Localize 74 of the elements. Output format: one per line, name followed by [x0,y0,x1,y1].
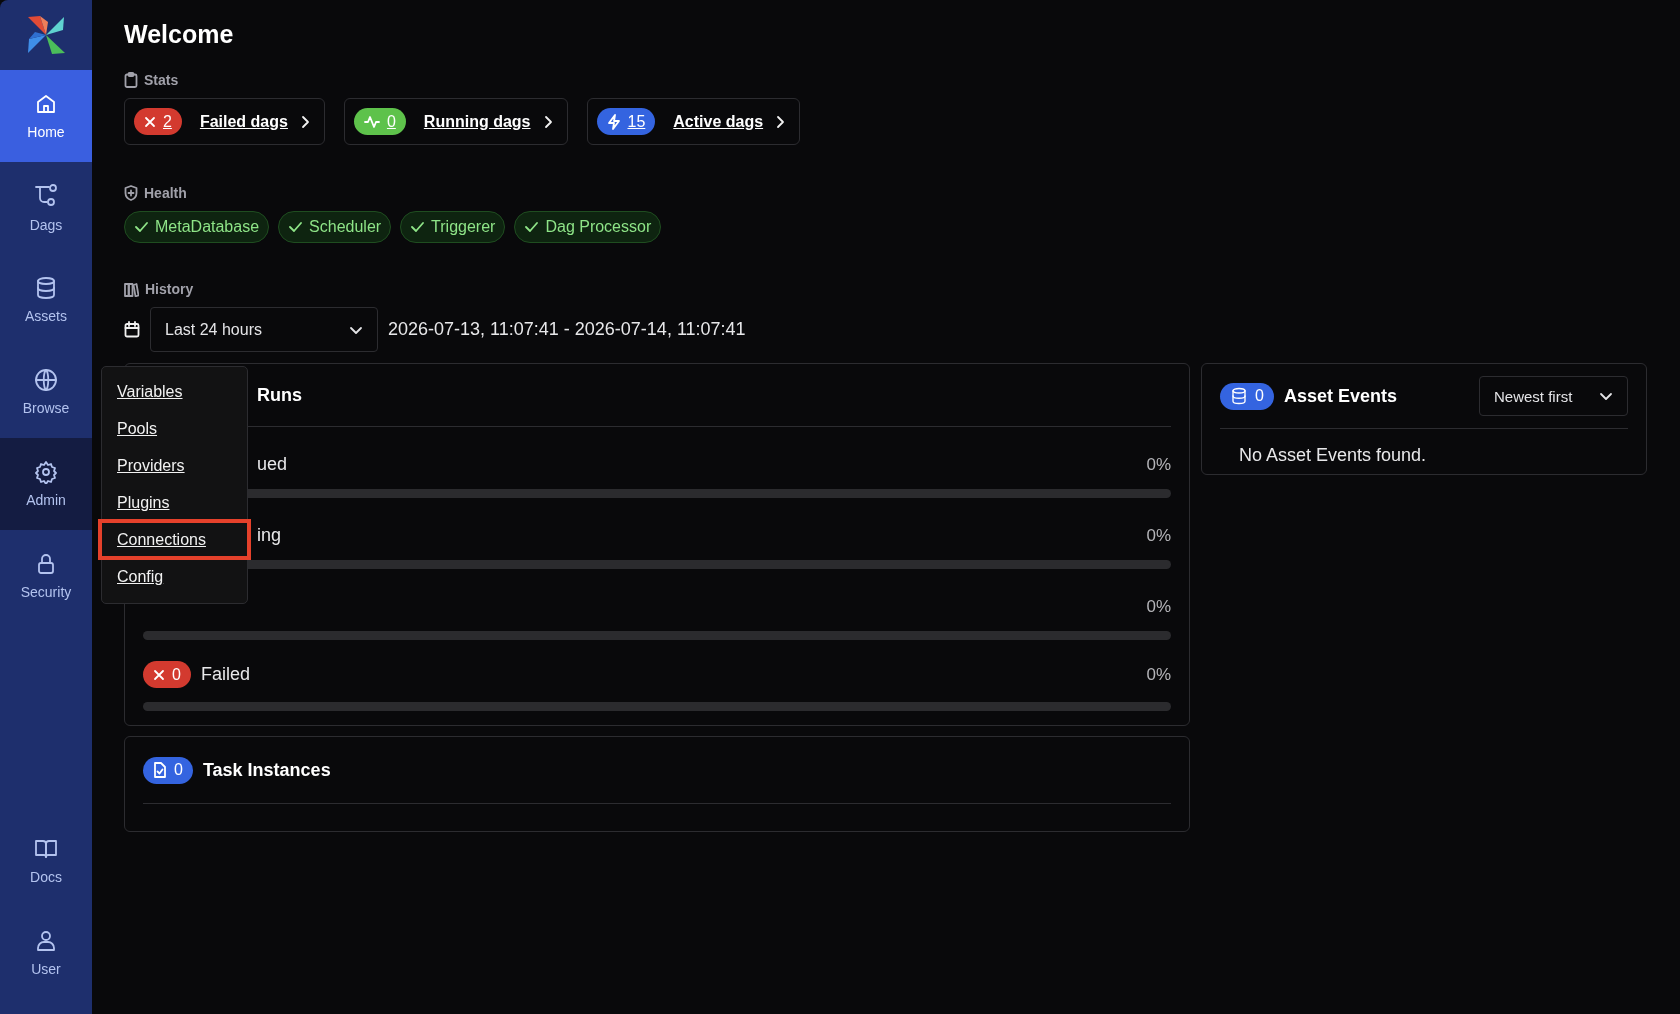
stat-card[interactable]: 0 Running dags [343,98,568,145]
chevron-right-icon [299,114,310,129]
count-badge: 0 [353,108,406,135]
check-icon [288,221,303,233]
empty-message: No Asset Events found. [1238,444,1428,466]
count-badge: 0 [143,661,191,688]
book-icon [34,837,58,861]
sidebar-item[interactable]: Dags [0,162,92,254]
close-icon [144,115,156,128]
health-badge: Dag Processor [514,211,662,243]
chevron-right-icon [542,114,553,129]
count-badge: 0 [1220,382,1274,410]
shield-icon [124,185,138,201]
menu-item[interactable]: Connections [100,521,249,558]
page-title: Welcome [124,19,235,50]
books-icon [124,281,139,297]
dags-icon [33,183,59,209]
card-title: Runs [257,384,302,406]
section-label: Stats [144,72,179,88]
pulse-icon [363,114,380,129]
section-label: History [145,281,194,297]
clipboard-icon [124,72,138,88]
stat-link[interactable]: Active dags [673,112,764,131]
health-badge: MetaDatabase [124,211,270,243]
globe-icon [34,368,58,392]
check-icon [524,221,539,233]
sidebar-item[interactable]: User [0,907,92,999]
sidebar-item[interactable]: Assets [0,254,92,346]
stat-link[interactable]: Running dags [423,112,531,131]
count-badge: 2 [134,108,182,135]
menu-item[interactable]: Variables [102,373,247,410]
percent-text: 0% [1146,525,1171,546]
stat-card[interactable]: 15 Active dags [586,98,801,145]
menu-item[interactable]: Providers [102,447,247,484]
user-icon [34,929,58,953]
menu-item[interactable]: Pools [102,410,247,447]
count-badge: 15 [596,108,656,135]
chevron-down-icon [1599,391,1613,401]
sidebar-item[interactable]: Security [0,530,92,622]
sidebar-item[interactable]: Docs [0,815,92,907]
time-range-select[interactable]: Last 24 hours [150,307,378,352]
state-label: ing [257,525,282,546]
settings-icon [34,460,58,484]
database-icon [1230,387,1248,405]
percent-text: 0% [1146,597,1171,617]
stat-card[interactable]: 2 Failed dags [124,98,325,145]
check-icon [134,221,148,233]
home-icon [34,92,58,116]
section-label: Health [144,185,187,201]
chevron-down-icon [349,324,363,335]
card-title: Task Instances [202,759,331,781]
database-icon [34,276,58,300]
state-label: ued [257,454,288,475]
sidebar-item[interactable]: Admin [0,438,92,530]
card-title: Asset Events [1283,385,1397,407]
close-icon [153,668,165,681]
health-badge: Scheduler [278,211,392,243]
sort-select[interactable]: Newest first [1479,376,1628,416]
calendar-icon[interactable] [124,321,140,338]
health-badge: Triggerer [400,211,506,243]
file-check-icon [153,762,167,778]
sidebar-item[interactable]: Home [0,70,92,162]
stat-link[interactable]: Failed dags [199,112,288,131]
date-range-text: 2026-07-13, 11:07:41 - 2026-07-14, 11:07:41 [388,319,746,340]
check-icon [410,221,425,233]
state-label: Failed [200,664,250,685]
count-badge: 0 [143,756,193,784]
percent-text: 0% [1146,454,1171,475]
chevron-right-icon [775,114,786,129]
menu-item[interactable]: Config [102,558,247,595]
lightning-icon [606,113,621,130]
percent-text: 0% [1146,664,1171,685]
sidebar-item[interactable]: Browse [0,346,92,438]
menu-item[interactable]: Plugins [102,484,247,521]
